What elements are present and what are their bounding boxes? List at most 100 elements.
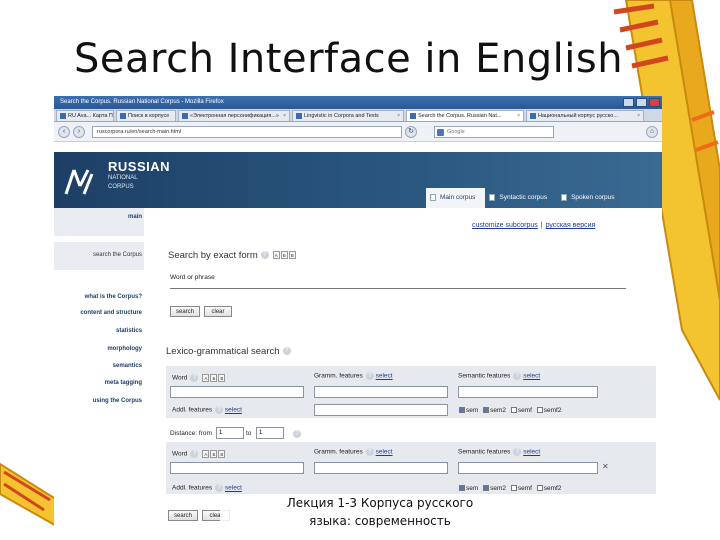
window-titlebar: Search the Corpus. Russian National Corp… <box>54 96 662 109</box>
document-icon <box>489 194 496 201</box>
tab-spoken-corpus[interactable]: Spoken corpus <box>557 188 624 208</box>
favicon-icon <box>120 112 126 119</box>
word-label-2: Word? A Б В <box>172 450 226 458</box>
keyboard-icon[interactable]: AБВ <box>202 374 226 382</box>
close-tab-icon[interactable]: × <box>397 111 400 121</box>
gramm-features-label-2: Gramm. features? select <box>314 448 393 456</box>
distance-to-input[interactable]: 1 <box>256 427 284 439</box>
browser-tab[interactable]: «Электронная персонификация...» × <box>178 109 290 121</box>
addl-features-input[interactable] <box>314 404 448 416</box>
nav-item-main[interactable]: main <box>128 214 142 220</box>
addl-select-link-2[interactable]: select <box>225 485 242 492</box>
help-icon[interactable]: ? <box>513 372 522 380</box>
browser-tab[interactable]: Национальный корпус русско... × <box>526 109 644 121</box>
browser-tab-active[interactable]: Search the Corpus. Russian Nat... × <box>406 109 524 121</box>
tab-syntactic-corpus[interactable]: Syntactic corpus <box>485 188 557 208</box>
semantic-features-input[interactable] <box>458 386 598 398</box>
tab-main-corpus[interactable]: Main corpus <box>426 188 486 208</box>
nav-item-using[interactable]: using the Corpus <box>93 398 142 404</box>
semantic-features-label: Semantic features? select <box>458 372 541 380</box>
document-icon <box>430 194 436 201</box>
browser-tab[interactable]: Поиск в корпусе <box>116 109 176 121</box>
customize-subcorpus-link[interactable]: customize subcorpus <box>472 222 538 229</box>
help-icon[interactable]: ? <box>190 450 199 458</box>
semantic-features-input-2[interactable] <box>458 462 598 474</box>
favicon-icon <box>296 112 302 119</box>
browser-search-input[interactable]: Google <box>434 125 554 138</box>
keyboard-icon[interactable]: AБВ <box>272 251 296 260</box>
nav-item-statistics[interactable]: statistics <box>116 328 142 334</box>
browser-tab[interactable]: RU Ava... Карта Пона <box>56 109 114 121</box>
home-icon[interactable]: ⌂ <box>646 125 658 138</box>
nav-item-semantics[interactable]: semantics <box>113 363 142 369</box>
nav-item-content[interactable]: content and structure <box>80 310 142 316</box>
help-icon[interactable]: ? <box>215 484 224 492</box>
nav-item-meta-tagging[interactable]: meta tagging <box>105 380 142 386</box>
semantic-select-link-2[interactable]: select <box>523 449 540 456</box>
reload-icon[interactable]: ↻ <box>405 125 417 138</box>
maximize-button[interactable] <box>636 98 647 107</box>
help-icon[interactable]: ? <box>513 448 522 456</box>
word-input-2[interactable] <box>170 462 304 474</box>
help-icon[interactable]: ? <box>260 251 269 260</box>
nav-item-what-is[interactable]: what is the Corpus? <box>85 294 142 300</box>
forward-arrow-icon[interactable]: › <box>73 125 85 138</box>
exact-clear-button[interactable]: clear <box>204 306 232 317</box>
minimize-button[interactable] <box>623 98 634 107</box>
site-logo[interactable]: RUSSIAN NATIONAL CORPUS <box>108 160 170 192</box>
gramm-select-link-2[interactable]: select <box>376 449 393 456</box>
semf2-checkbox-2[interactable] <box>536 485 543 492</box>
distance-from-label: Distance: from <box>170 430 212 437</box>
keyboard-icon[interactable]: AБВ <box>202 450 226 458</box>
help-icon[interactable]: ? <box>365 448 374 456</box>
exact-search-title: Search by exact form? A Б В <box>168 250 296 261</box>
semantic-features-label-2: Semantic features? select <box>458 448 541 456</box>
gramm-features-input-2[interactable] <box>314 462 448 474</box>
word-or-phrase-input[interactable] <box>170 288 626 289</box>
favicon-icon <box>530 112 536 119</box>
nav-item-search[interactable]: search the Corpus <box>93 252 142 258</box>
close-window-button[interactable] <box>649 98 660 107</box>
sem-checkbox-2[interactable] <box>459 485 465 492</box>
help-icon[interactable]: ? <box>293 430 301 438</box>
word-input[interactable] <box>170 386 304 398</box>
addl-features-label-2: Addl. features? select <box>172 484 242 492</box>
help-icon[interactable]: ? <box>282 347 291 356</box>
browser-screenshot: Search the Corpus. Russian National Corp… <box>54 96 662 540</box>
semf2-checkbox[interactable] <box>536 407 543 414</box>
help-icon[interactable]: ? <box>365 372 374 380</box>
semantic-select-link[interactable]: select <box>523 373 540 380</box>
sem2-checkbox-2[interactable] <box>483 485 490 492</box>
nav-item-morphology[interactable]: morphology <box>107 346 142 352</box>
sem-checkbox[interactable] <box>459 407 465 414</box>
lexgram-search-button[interactable]: search <box>168 510 198 521</box>
remove-row-icon[interactable]: ✕ <box>602 462 609 471</box>
close-tab-icon[interactable]: × <box>517 111 520 121</box>
address-bar[interactable]: ruscorpora.ru/en/search-main.html <box>92 125 402 138</box>
sem2-checkbox[interactable] <box>483 407 490 414</box>
browser-tab[interactable]: Lingvistic in Corpora and Texts × <box>292 109 404 121</box>
word-label: Word? A Б В <box>172 374 226 382</box>
browser-tabbar: RU Ava... Карта Пона Поиск в корпусе «Эл… <box>54 109 662 122</box>
help-icon[interactable]: ? <box>215 406 224 414</box>
favicon-icon <box>410 112 416 119</box>
semf-checkbox-2[interactable] <box>510 485 517 492</box>
slide-title: Search Interface in English <box>74 36 624 82</box>
close-tab-icon[interactable]: × <box>637 111 640 121</box>
exact-search-button[interactable]: search <box>170 306 200 317</box>
left-navigation: main search the Corpus what is the Corpu… <box>54 208 144 540</box>
word-or-phrase-label: Word or phrase <box>170 274 215 281</box>
favicon-icon <box>60 112 66 119</box>
window-title: Search the Corpus. Russian National Corp… <box>60 99 224 105</box>
gramm-select-link[interactable]: select <box>376 373 393 380</box>
distance-to-label: to <box>246 430 252 437</box>
russian-version-link[interactable]: русская версия <box>546 222 596 229</box>
distance-from-input[interactable]: 1 <box>216 427 244 439</box>
semf-checkbox[interactable] <box>510 407 517 414</box>
help-icon[interactable]: ? <box>190 374 199 382</box>
addl-select-link[interactable]: select <box>225 407 242 414</box>
site-header: RUSSIAN NATIONAL CORPUS Main corpus Synt… <box>54 152 662 208</box>
gramm-features-input[interactable] <box>314 386 448 398</box>
back-arrow-icon[interactable]: ‹ <box>58 125 70 138</box>
close-tab-icon[interactable]: × <box>283 111 286 121</box>
